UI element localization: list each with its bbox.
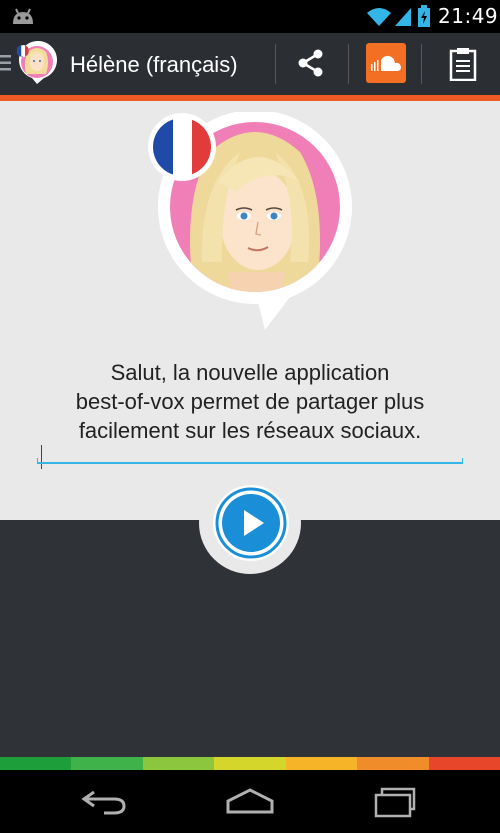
status-bar: 21:49: [0, 0, 500, 33]
speech-text-input[interactable]: Salut, la nouvelle application best-of-v…: [40, 358, 460, 469]
color-segment: [357, 757, 429, 770]
signal-icon: [395, 8, 411, 26]
color-segment: [428, 757, 500, 770]
share-icon: [298, 49, 323, 77]
france-flag-icon: [148, 113, 216, 181]
hamburger-icon[interactable]: [0, 52, 12, 74]
color-segment: [0, 757, 72, 770]
speech-line-text: facilement sur les réseaux sociaux.: [78, 418, 422, 443]
action-divider: [348, 44, 349, 84]
speech-line: best-of-vox permet de partager plus: [75, 389, 425, 414]
france-flag-icon: [17, 45, 29, 57]
recent-apps-icon[interactable]: [372, 786, 422, 818]
action-divider: [421, 44, 422, 84]
speech-line: Salut, la nouvelle application: [110, 360, 390, 385]
color-segment: [142, 757, 215, 770]
clipboard-button[interactable]: [441, 40, 485, 88]
color-segment: [214, 757, 286, 770]
play-button[interactable]: [212, 484, 290, 562]
action-divider: [275, 44, 276, 84]
color-strip: [0, 757, 500, 770]
back-icon[interactable]: [80, 786, 128, 816]
color-segment: [285, 757, 358, 770]
color-segment: [71, 757, 143, 770]
soundcloud-button[interactable]: [366, 43, 406, 83]
wifi-icon: [367, 8, 391, 26]
text-cursor: [41, 445, 42, 469]
home-icon[interactable]: [225, 786, 275, 816]
clipboard-icon: [449, 48, 477, 81]
voice-avatar: [148, 112, 352, 330]
share-button[interactable]: [279, 39, 343, 87]
avatar-helene[interactable]: [14, 40, 60, 86]
voice-title: Hélène (français): [70, 52, 238, 77]
battery-icon: [418, 5, 430, 27]
status-time: 21:49: [438, 4, 499, 28]
text-field-underline: [37, 458, 463, 464]
android-icon: [13, 8, 33, 24]
soundcloud-icon: [371, 55, 401, 71]
